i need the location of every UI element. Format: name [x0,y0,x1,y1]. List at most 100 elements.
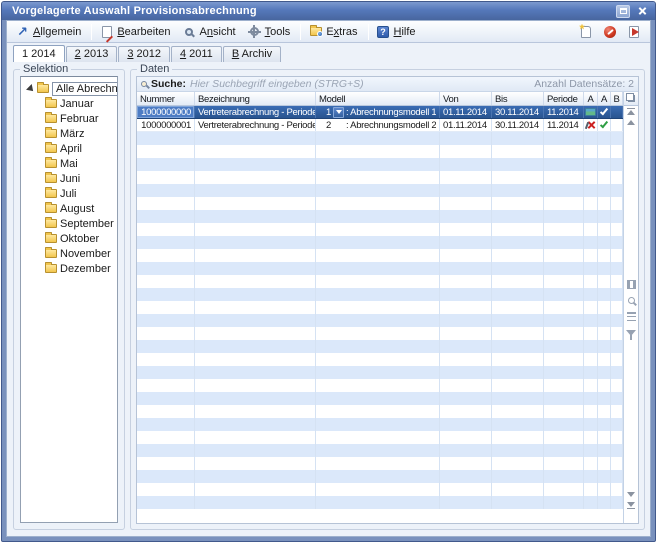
daten-groupbox: Daten Suche: Hier Suchbegriff eingeben (… [130,69,645,530]
folder-icon [45,249,57,258]
menu-ansicht[interactable]: Ansicht [178,23,243,40]
tree-item-august[interactable]: August [21,201,117,216]
tab-2014[interactable]: 1 2014 [13,45,65,62]
cell-b [611,106,623,118]
tab-archiv[interactable]: B Archiv [223,46,281,62]
column-header-b[interactable]: B [611,92,623,105]
scroll-top-button[interactable] [625,106,638,117]
scroll-bottom-button[interactable] [625,500,638,511]
menu-label: Ansicht [200,26,236,38]
tree-item-september[interactable]: September [21,216,117,231]
grid-empty-row [137,223,623,236]
filter-button[interactable] [625,327,638,338]
tree-item-mai[interactable]: Mai [21,156,117,171]
arrow-up-icon [627,120,635,125]
scroll-up-button[interactable] [625,117,638,128]
grid-corner-button[interactable] [624,92,638,106]
title-bar[interactable]: Vorgelagerte Auswahl Provisionsabrechnun… [2,2,655,20]
menu-separator [91,24,92,40]
grid-empty-row [137,158,623,171]
menu-label: Tools [265,26,291,38]
tree-item-dezember[interactable]: Dezember [21,261,117,276]
modell-dropdown-button[interactable] [333,107,344,118]
selektion-groupbox: Selektion Alle Abrechnungen Januar Febru… [13,69,125,530]
grid-row[interactable]: 1000000001 Vertreterabrechnung - Periode… [137,119,623,132]
menu-label: Allgemein [33,26,81,38]
grid-empty-row [137,288,623,301]
menu-allgemein[interactable]: ↗ Allgemein [11,23,88,40]
tree-root-label: Alle Abrechnungen [52,82,118,96]
grid-empty-row [137,301,623,314]
tree-item-januar[interactable]: Januar [21,96,117,111]
grid-header: Nummer Bezeichnung Modell Von Bis Period… [137,92,623,106]
new-document-icon [581,26,591,38]
restore-icon [620,8,627,14]
menu-separator [300,24,301,40]
column-header-modell[interactable]: Modell [316,92,440,105]
expander-icon[interactable] [26,84,36,94]
cell-periode: 11.2014 [544,106,584,118]
grid-empty-row [137,145,623,158]
exit-button[interactable] [626,24,642,40]
daten-panel: Suche: Hier Suchbegriff eingeben (STRG+S… [136,76,639,524]
grid-empty-row [137,184,623,197]
column-header-bis[interactable]: Bis [492,92,544,105]
cell-von: 01.11.2014 [440,106,492,118]
selection-tree[interactable]: Alle Abrechnungen Januar Februar März Ap… [20,76,118,523]
tree-item-november[interactable]: November [21,246,117,261]
column-header-nummer[interactable]: Nummer [137,92,195,105]
tab-2013[interactable]: 2 2013 [66,46,118,62]
scroll-down-button[interactable] [625,489,638,500]
search-icon [141,81,147,87]
abort-button[interactable] [602,24,618,40]
tree-item-juli[interactable]: Juli [21,186,117,201]
menu-tools[interactable]: Tools [243,23,298,40]
data-grid: Nummer Bezeichnung Modell Von Bis Period… [137,92,638,523]
tab-2012[interactable]: 3 2012 [118,46,170,62]
grid-empty-row [137,171,623,184]
grid-empty-row [137,444,623,457]
search-bar[interactable]: Suche: Hier Suchbegriff eingeben (STRG+S… [137,77,638,92]
grid-empty-row [137,340,623,353]
column-header-von[interactable]: Von [440,92,492,105]
grid-row-selected[interactable]: 1000000000 Vertreterabrechnung - Periode… [137,106,623,119]
cell-a1 [584,106,598,118]
column-header-periode[interactable]: Periode [544,92,584,105]
menu-bar: ↗ Allgemein Bearbeiten Ansicht Tools [7,21,650,43]
tree-item-februar[interactable]: Februar [21,111,117,126]
printed-status-icon [585,108,596,116]
summary-button[interactable] [625,311,638,322]
cell-von: 01.11.2014 [440,119,492,131]
folder-icon [45,204,57,213]
column-chooser-button[interactable] [625,279,638,290]
not-released-icon [585,120,596,130]
menu-label: Bearbeiten [117,26,170,38]
new-document-button[interactable] [578,24,594,40]
cell-a2 [598,106,611,118]
tab-strip: 1 2014 2 2013 3 2012 4 2011 B Archiv [7,43,650,62]
column-header-a2[interactable]: A [598,92,611,105]
restore-button[interactable] [616,5,630,18]
gear-icon [248,25,261,38]
close-button[interactable] [636,5,649,18]
tree-item-juni[interactable]: Juni [21,171,117,186]
tree-item-maerz[interactable]: März [21,126,117,141]
menu-extras[interactable]: Extras [304,23,364,40]
search-input[interactable]: Hier Suchbegriff eingeben (STRG+S) [190,78,530,90]
folder-icon [45,189,57,198]
grid-empty-row [137,197,623,210]
tree-root-alle-abrechnungen[interactable]: Alle Abrechnungen [21,81,117,96]
tree-item-oktober[interactable]: Oktober [21,231,117,246]
grid-search-button[interactable] [625,295,638,306]
folder-icon [45,264,57,273]
tab-2011[interactable]: 4 2011 [171,46,222,62]
grid-empty-row [137,470,623,483]
tree-item-april[interactable]: April [21,141,117,156]
menu-bearbeiten[interactable]: Bearbeiten [95,23,177,40]
column-header-bezeichnung[interactable]: Bezeichnung [195,92,316,105]
column-header-a1[interactable]: A [584,92,598,105]
grid-empty-row [137,392,623,405]
folder-icon [45,144,57,153]
menu-hilfe[interactable]: ? Hilfe [372,23,423,40]
folder-icon [45,234,57,243]
